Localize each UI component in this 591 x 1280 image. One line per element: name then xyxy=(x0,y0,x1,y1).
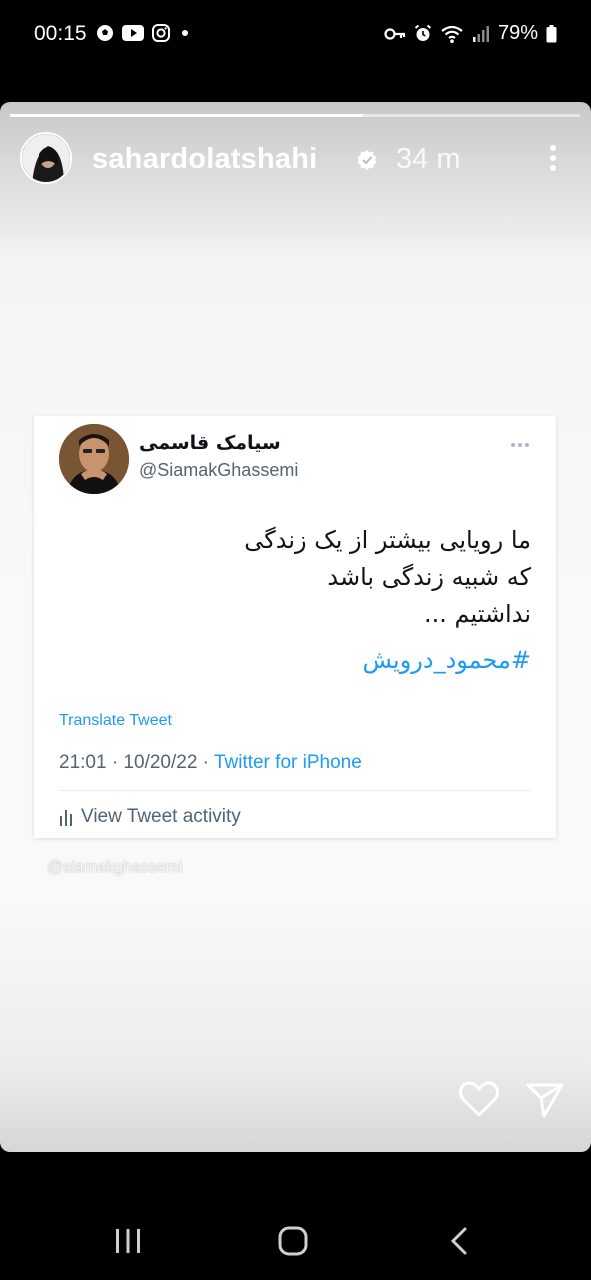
avatar[interactable] xyxy=(20,132,72,184)
tweet-text-line: که شبیه زندگی باشد xyxy=(327,563,531,591)
battery-icon xyxy=(546,24,557,42)
tweet-source: Twitter for iPhone xyxy=(213,752,362,773)
system-nav-bar xyxy=(0,1200,591,1280)
story-progress-bar xyxy=(10,114,580,117)
tweet-author-handle: @SiamakGhassemi xyxy=(139,460,299,480)
verified-badge-icon xyxy=(357,150,377,170)
tweet-text: ما رویایی بیشتر از یک زندگی که شبیه زندگ… xyxy=(61,522,531,633)
battery-percent: 79% xyxy=(497,22,538,44)
status-time: 00:15 xyxy=(34,22,87,45)
recents-icon[interactable] xyxy=(114,1228,142,1254)
story-username[interactable]: sahardolatshahi xyxy=(92,143,317,176)
story-header: sahardolatshahi 34 m xyxy=(20,132,571,188)
heart-icon[interactable] xyxy=(458,1080,500,1118)
analytics-icon xyxy=(60,810,72,826)
tweet-text-line: ما رویایی بیشتر از یک زندگی xyxy=(244,526,531,554)
tweet-timestamp: 21:01 · 10/20/22 · xyxy=(59,752,214,773)
story-time-ago: 34 m xyxy=(396,143,461,175)
tweet-text-line: نداشتیم ... xyxy=(423,600,531,628)
tweet-author-name: سیامک قاسمی xyxy=(139,432,281,454)
tweet-more-icon xyxy=(511,443,529,447)
back-icon[interactable] xyxy=(448,1226,470,1256)
instagram-icon xyxy=(152,24,170,42)
story-viewer[interactable]: sahardolatshahi 34 m سیامک قاسمی @Siamak… xyxy=(0,102,591,1152)
tweet-author-avatar xyxy=(59,424,129,494)
translate-tweet-link: Translate Tweet xyxy=(59,712,172,729)
send-icon[interactable] xyxy=(525,1080,565,1120)
tweet-activity: View Tweet activity xyxy=(59,806,241,828)
vpn-key-icon xyxy=(384,27,406,40)
system-icons: 79% xyxy=(384,22,557,45)
tweet-card: سیامک قاسمی @SiamakGhassemi ما رویایی بی… xyxy=(34,416,556,838)
tweet-meta: 21:01 · 10/20/22 · Twitter for iPhone xyxy=(59,752,362,774)
home-icon[interactable] xyxy=(278,1226,308,1256)
divider xyxy=(59,790,531,791)
more-options-icon[interactable] xyxy=(549,144,557,172)
soccer-ball-icon xyxy=(97,25,113,41)
signal-icon xyxy=(472,25,489,42)
dot-icon xyxy=(182,30,188,36)
notification-icons xyxy=(96,24,192,42)
tweet-hashtag: #محمود_درویش xyxy=(362,646,531,674)
wifi-icon xyxy=(441,25,463,43)
story-progress-fill xyxy=(10,114,364,117)
watermark: @siamakghassemi xyxy=(47,859,183,876)
alarm-icon xyxy=(414,24,432,41)
view-tweet-activity-label: View Tweet activity xyxy=(81,806,241,827)
youtube-icon xyxy=(122,25,144,41)
status-bar: 00:15 79% xyxy=(0,0,591,70)
